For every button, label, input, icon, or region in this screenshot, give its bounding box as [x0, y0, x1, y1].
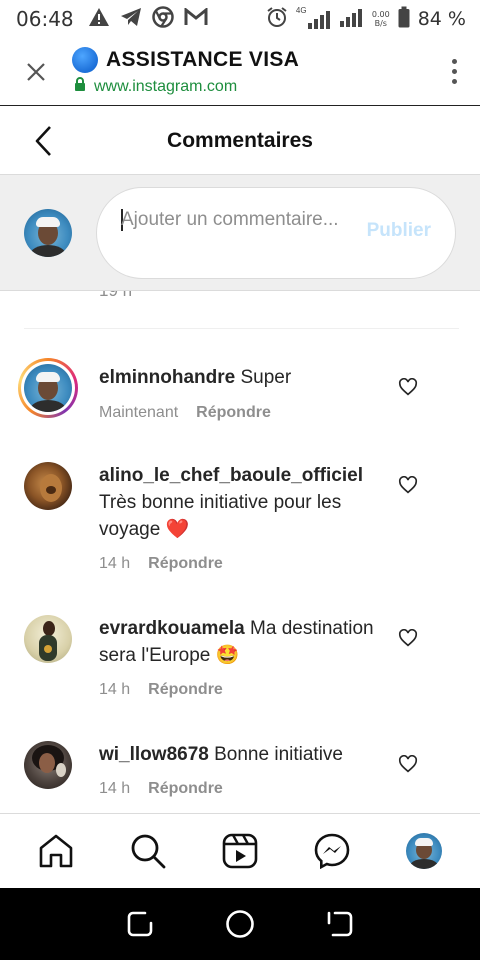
comment-username[interactable]: alino_le_chef_baoule_officiel — [99, 465, 363, 486]
reply-button[interactable]: Répondre — [148, 555, 223, 573]
alarm-icon — [266, 6, 288, 33]
reply-button[interactable]: Répondre — [196, 404, 271, 422]
page-url[interactable]: www.instagram.com — [94, 78, 237, 96]
browser-tab-bar: ASSISTANCE VISA www.instagram.com — [0, 38, 480, 106]
battery-level: 84 % — [417, 8, 466, 30]
tab-titles: ASSISTANCE VISA www.instagram.com — [72, 47, 428, 96]
comment-username[interactable]: evrardkouamela — [99, 618, 245, 639]
comment-meta: Maintenant Répondre — [99, 404, 271, 422]
heart-outline-icon[interactable] — [398, 378, 418, 396]
back-gesture-icon — [327, 911, 353, 937]
profile-avatar — [406, 833, 442, 869]
comment-meta: 14 h Répondre — [99, 780, 223, 798]
comment-body: evrardkouamela Ma destination sera l'Eur… — [99, 615, 389, 669]
reels-icon — [222, 833, 258, 869]
system-navigation-bar — [0, 888, 480, 960]
nav-profile[interactable] — [400, 827, 448, 875]
status-bar: 06:48 4G 0.00 B/s 84 % — [0, 0, 480, 38]
comment-time: 14 h — [99, 555, 131, 572]
network-speed: 0.00 B/s — [372, 10, 390, 28]
lock-icon — [74, 77, 86, 96]
current-user-avatar[interactable] — [24, 208, 72, 257]
home-icon — [39, 834, 73, 868]
chevron-left-icon — [35, 126, 51, 156]
more-vert-dot — [451, 69, 457, 74]
warning-icon — [88, 7, 110, 32]
telegram-icon — [120, 7, 142, 32]
story-ring[interactable] — [18, 358, 78, 418]
home-button[interactable] — [220, 904, 260, 944]
speed-unit: B/s — [374, 19, 387, 28]
comment-text: Très bonne initiative pour les voyage ❤️ — [99, 492, 342, 540]
search-icon — [131, 834, 166, 869]
nav-home[interactable] — [32, 827, 80, 875]
header-title: Commentaires — [167, 128, 313, 152]
more-vert-dot — [451, 79, 457, 84]
messenger-icon — [314, 833, 350, 869]
avatar[interactable] — [24, 615, 72, 663]
chrome-icon — [151, 5, 174, 33]
heart-outline-icon[interactable] — [398, 629, 418, 647]
system-back-button[interactable] — [320, 904, 360, 944]
comment-meta: 14 h Répondre — [99, 681, 223, 699]
comment-username[interactable]: wi_llow8678 — [99, 744, 209, 765]
site-favicon-icon — [72, 47, 98, 73]
comment-time: 14 h — [99, 780, 131, 797]
comment-text: Super — [240, 367, 292, 388]
comment-input-box[interactable]: Ajouter un commentaire... Publier — [96, 186, 456, 279]
avatar[interactable] — [24, 741, 72, 789]
comment-time: Maintenant — [99, 404, 179, 421]
comment-text: Bonne initiative — [214, 744, 343, 765]
battery-icon — [398, 6, 410, 33]
circle-home-icon — [226, 910, 254, 938]
comments-header: Commentaires — [0, 107, 480, 175]
reply-button[interactable]: Répondre — [148, 681, 223, 699]
heart-outline-icon[interactable] — [398, 755, 418, 773]
comment-body: wi_llow8678 Bonne initiative — [99, 741, 389, 768]
back-button[interactable] — [26, 123, 62, 159]
signal-4g-icon: 4G — [296, 6, 330, 30]
comment-composer: Ajouter un commentaire... Publier — [0, 175, 480, 291]
recents-icon — [127, 911, 153, 937]
comment-body: elminnohandre Super — [99, 364, 389, 391]
bottom-navigation — [0, 813, 480, 888]
reply-button[interactable]: Répondre — [148, 780, 223, 798]
signal-icon — [338, 6, 364, 33]
avatar[interactable] — [24, 462, 72, 510]
status-time: 06:48 — [16, 7, 74, 31]
speed-value: 0.00 — [371, 10, 390, 19]
close-tab-button[interactable] — [0, 38, 72, 106]
gmail-icon — [184, 6, 208, 31]
comment-time: 14 h — [99, 681, 131, 698]
nav-messenger[interactable] — [308, 827, 356, 875]
heart-outline-icon[interactable] — [398, 476, 418, 494]
comment-input[interactable]: Ajouter un commentaire... — [121, 206, 351, 233]
avatar — [24, 364, 72, 412]
overflow-menu-button[interactable] — [428, 38, 480, 106]
comment-list[interactable]: 19 h elminnohandre Super Maintenant Répo… — [0, 291, 480, 813]
nav-reels[interactable] — [216, 827, 264, 875]
comment-username[interactable]: elminnohandre — [99, 367, 235, 388]
more-vert-icon — [451, 59, 457, 64]
comment-meta: 14 h Répondre — [99, 555, 223, 573]
page-title: ASSISTANCE VISA — [106, 48, 300, 71]
previous-comment-time: 19 h — [99, 291, 132, 301]
close-icon — [27, 62, 45, 81]
recents-button[interactable] — [120, 904, 160, 944]
comment-body: alino_le_chef_baoule_officiel Très bonne… — [99, 462, 389, 543]
nav-search[interactable] — [124, 827, 172, 875]
publish-button[interactable]: Publier — [367, 220, 431, 242]
divider — [24, 328, 459, 329]
